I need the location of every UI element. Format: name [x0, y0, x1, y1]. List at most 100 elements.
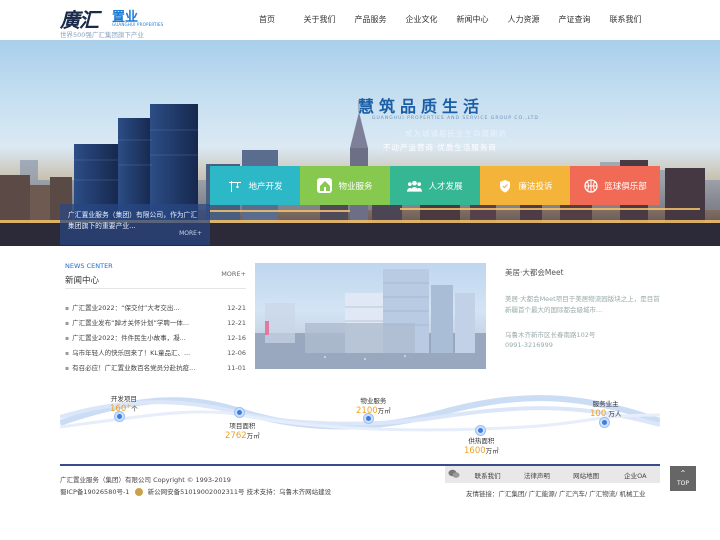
stat-label: 项目面积: [229, 422, 256, 430]
news-item[interactable]: 乌市年轻人的快乐回来了！KL童品汇、... 12-06: [65, 346, 246, 361]
nav-certificate[interactable]: 产证查询: [549, 0, 600, 40]
nav-culture[interactable]: 企业文化: [396, 0, 447, 40]
stat-value: 2100: [356, 406, 378, 416]
stats-strip: 开发项目 160+个 项目面积 2762万㎡ 物业服务 2100万㎡ 供热面积 …: [60, 385, 660, 458]
nav-contact[interactable]: 联系我们: [600, 0, 651, 40]
footer-link-legal[interactable]: 法律声明: [512, 470, 561, 480]
stat-value: 160: [110, 404, 127, 415]
news-list: 广汇置业2022：“保交付”大考交出... 12-21 广汇置业发布“踔才关怀计…: [65, 301, 246, 376]
stat-dot: [235, 408, 244, 417]
footer-support[interactable]: 技术支持：乌鲁木齐网站建设: [247, 488, 332, 496]
people-icon: [407, 178, 423, 193]
back-to-top-label: TOP: [676, 480, 689, 487]
stat-value: 100: [590, 409, 607, 419]
news-item-title: 广汇置业发布“踔才关怀计划”学聘一体...: [65, 316, 215, 331]
quick-link-label: 廉洁投诉: [518, 181, 553, 192]
banner-tagline-2: 不动产运营商 优质生活服务商: [383, 143, 497, 152]
news-item-date: 11-01: [227, 364, 246, 372]
nav-news[interactable]: 新闻中心: [447, 0, 498, 40]
news-item[interactable]: 广汇置业发布“踔才关怀计划”学聘一体... 12-21: [65, 316, 246, 331]
news-item-title: 有召必应！广汇置业数百名党员分赴抗疫...: [65, 361, 215, 376]
banner-slogan: 慧筑品质生活: [358, 97, 485, 116]
news-more-link[interactable]: MORE+: [221, 270, 246, 278]
stat-dot: [600, 418, 609, 427]
stat-dot: [476, 426, 485, 435]
banner-slogan-en: GUANGHUI PROPERTIES AND SERVICE GROUP CO…: [372, 116, 539, 121]
logo[interactable]: 廣汇 置业 GUANGHUI PROPERTIES 世界500强广汇集团旗下产业: [60, 4, 170, 39]
footer-icp[interactable]: 蜀ICP备19026580号-1: [60, 488, 129, 496]
banner-tagline-1: 成为城镇居民全生命周期的: [405, 129, 507, 138]
wechat-icon[interactable]: [445, 469, 463, 481]
project-photo[interactable]: [255, 263, 486, 369]
building-illustration: [255, 269, 486, 369]
footer-police[interactable]: 新公网安备51019002002311号: [148, 488, 245, 496]
footer-info: 广汇置业服务（集团）有限公司 Copyright © 1993-2019 蜀IC…: [60, 474, 331, 498]
house-icon: [317, 178, 333, 193]
nav-home[interactable]: 首页: [240, 0, 294, 40]
news-item-title: 乌市年轻人的快乐回来了！KL童品汇、...: [65, 346, 215, 361]
quick-link-label: 地产开发: [248, 181, 283, 192]
quick-link-complaint[interactable]: 廉洁投诉: [480, 166, 570, 205]
news-item[interactable]: 广汇置业2022：件件民生小故事，凝... 12-16: [65, 331, 246, 346]
news-item-date: 12-06: [227, 349, 246, 357]
quick-link-label: 篮球俱乐部: [604, 181, 647, 192]
footer-copyright: 广汇置业服务（集团）有限公司 Copyright © 1993-2019: [60, 476, 231, 484]
quick-link-basketball[interactable]: 篮球俱乐部: [570, 166, 660, 205]
news-title-en: NEWS CENTER: [65, 262, 113, 270]
news-item-date: 12-21: [227, 304, 246, 312]
stat-unit: 万㎡: [485, 447, 499, 455]
crane-icon: [227, 178, 242, 193]
stat-label: 开发项目: [110, 395, 137, 403]
stat-unit: 万㎡: [377, 407, 391, 415]
logo-en: GUANGHUI PROPERTIES: [112, 22, 164, 27]
quick-link-property[interactable]: 物业服务: [300, 166, 390, 205]
back-to-top-button[interactable]: ⌃ TOP: [670, 466, 696, 491]
quick-link-development[interactable]: 地产开发: [210, 166, 300, 205]
news-center: NEWS CENTER 新闻中心 MORE+ 广汇置业2022：“保交付”大考交…: [60, 254, 250, 382]
intro-more-link[interactable]: MORE+: [179, 228, 202, 239]
stat-unit: 个: [131, 405, 138, 414]
stat-unit: 万人: [608, 410, 622, 418]
quick-link-talent[interactable]: 人才发展: [390, 166, 480, 205]
project-title[interactable]: 美居·大都会Meet: [505, 267, 660, 278]
news-item[interactable]: 广汇置业2022：“保交付”大考交出... 12-21: [65, 301, 246, 316]
chevron-up-icon: ⌃: [679, 469, 687, 478]
friend-links[interactable]: 友情链接：广汇集团/ 广汇能源/ 广汇汽车/ 广汇物流/ 机械工业: [466, 488, 646, 498]
stat-owners: 服务业主 100 万人: [590, 398, 621, 419]
footer-link-oa[interactable]: 企业OA: [611, 470, 660, 480]
main-nav: 首页 关于我们 产品服务 企业文化 新闻中心 人力资源 产证查询 联系我们: [240, 0, 651, 40]
project-description: 美居·大都会Meet项目于美居物流园版块之上，是目前新疆首个最大的国际都会級城市…: [505, 295, 660, 314]
news-item-date: 12-16: [227, 334, 246, 342]
news-title: 新闻中心: [65, 276, 100, 286]
footer-link-contact[interactable]: 联系我们: [463, 470, 512, 480]
quick-link-label: 人才发展: [428, 181, 463, 192]
basketball-icon: [583, 178, 598, 193]
hero-banner: 慧筑品质生活 GUANGHUI PROPERTIES AND SERVICE G…: [0, 40, 720, 246]
stat-property-service: 物业服务 2100万㎡: [356, 395, 391, 416]
site-header: 廣汇 置业 GUANGHUI PROPERTIES 世界500强广汇集团旗下产业…: [0, 0, 720, 40]
stat-value: 2762: [225, 431, 247, 441]
project-address-text: 乌鲁木齐新市区长春南路102号: [505, 331, 596, 339]
news-item-title: 广汇置业2022：件件民生小故事，凝...: [65, 331, 215, 346]
nav-about[interactable]: 关于我们: [294, 0, 345, 40]
company-intro[interactable]: 广汇置业服务（集团）有限公司，作为广汇集团旗下的重要产业... MORE+: [60, 204, 210, 245]
police-badge-icon: [134, 487, 143, 496]
nav-products[interactable]: 产品服务: [345, 0, 396, 40]
news-item-title: 广汇置业2022：“保交付”大考交出...: [65, 301, 215, 316]
divider: [65, 288, 246, 289]
news-item[interactable]: 有召必应！广汇置业数百名党员分赴抗疫... 11-01: [65, 361, 246, 376]
project-address: 乌鲁木齐新市区长春南路102号 0991-3216999: [505, 330, 660, 350]
stat-label: 服务业主: [592, 400, 619, 408]
intro-text: 广汇置业服务（集团）有限公司，作为广汇集团旗下的重要产业...: [68, 211, 198, 230]
footer-links: 联系我们 法律声明 网站地图 企业OA: [445, 466, 660, 483]
quick-link-label: 物业服务: [338, 181, 373, 192]
stat-value: 1600: [464, 446, 486, 456]
footer-link-sitemap[interactable]: 网站地图: [562, 470, 611, 480]
stat-projects: 开发项目 160+个: [110, 393, 138, 414]
stat-unit: 万㎡: [246, 432, 260, 440]
project-phone: 0991-3216999: [505, 341, 553, 349]
stat-project-area: 项目面积 2762万㎡: [225, 420, 260, 441]
nav-hr[interactable]: 人力资源: [498, 0, 549, 40]
stat-label: 供热面积: [468, 437, 495, 445]
news-item-date: 12-21: [227, 319, 246, 327]
